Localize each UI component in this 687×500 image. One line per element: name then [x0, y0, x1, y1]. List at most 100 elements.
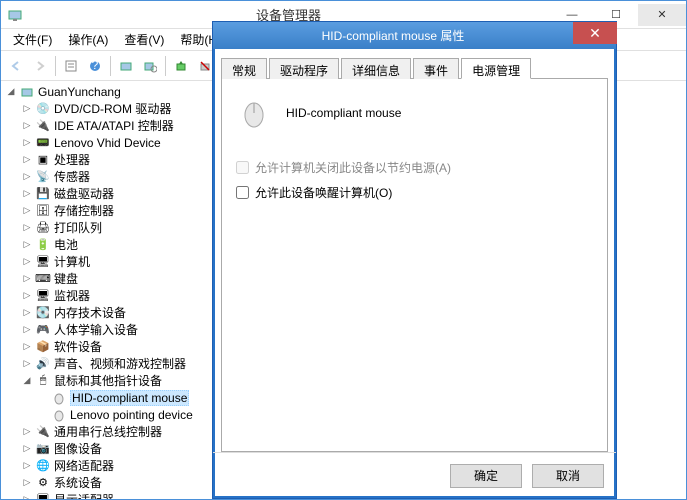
dialog-footer: 确定 取消 — [213, 452, 616, 498]
device-category-icon: 💽 — [35, 305, 51, 321]
device-category-icon: ▣ — [35, 152, 51, 168]
tab-details[interactable]: 详细信息 — [341, 58, 411, 79]
dialog-close-button[interactable]: ✕ — [573, 22, 617, 44]
tree-item-label: 存储控制器 — [54, 202, 114, 219]
expand-icon[interactable]: ▷ — [21, 426, 33, 438]
tree-item-label: 传感器 — [54, 168, 90, 185]
device-category-icon: 🖱 — [35, 373, 51, 389]
svg-text:?: ? — [92, 59, 99, 72]
expand-icon[interactable]: ▷ — [21, 120, 33, 132]
allow-wake-input[interactable] — [236, 186, 249, 199]
expand-icon[interactable]: ▷ — [21, 460, 33, 472]
expand-icon[interactable]: ▷ — [21, 477, 33, 489]
expand-icon[interactable]: ◢ — [21, 375, 33, 387]
tab-power[interactable]: 电源管理 — [461, 58, 531, 79]
ok-button[interactable]: 确定 — [450, 464, 522, 488]
tree-item-label: 磁盘驱动器 — [54, 185, 114, 202]
tree-item-label: 内存技术设备 — [54, 304, 126, 321]
device-category-icon: 🌐 — [35, 458, 51, 474]
expand-icon[interactable]: ▷ — [21, 273, 33, 285]
expand-icon[interactable]: ▷ — [21, 137, 33, 149]
expand-icon[interactable] — [37, 392, 49, 404]
allow-wake-checkbox[interactable]: 允许此设备唤醒计算机(O) — [236, 184, 593, 201]
device-category-icon: 🔊 — [35, 356, 51, 372]
dialog-body: 常规 驱动程序 详细信息 事件 电源管理 HID-compliant mouse… — [213, 49, 616, 498]
allow-power-off-checkbox: 允许计算机关闭此设备以节约电源(A) — [236, 159, 593, 176]
device-category-icon — [51, 390, 67, 406]
dialog-title: HID-compliant mouse 属性 — [213, 27, 573, 44]
device-category-icon: 🖨 — [35, 220, 51, 236]
close-button[interactable]: ✕ — [638, 4, 686, 26]
toolbar-sep — [165, 56, 166, 76]
tree-item-label: 软件设备 — [54, 338, 102, 355]
expand-icon[interactable]: ▷ — [21, 154, 33, 166]
tree-item-label: 系统设备 — [54, 474, 102, 491]
tree-item-label: 通用串行总线控制器 — [54, 423, 162, 440]
tree-item-label: 监视器 — [54, 287, 90, 304]
device-category-icon: 🎮 — [35, 322, 51, 338]
allow-wake-label: 允许此设备唤醒计算机(O) — [255, 184, 392, 201]
expand-icon[interactable]: ▷ — [21, 341, 33, 353]
device-category-icon — [19, 84, 35, 100]
tree-item-label: Lenovo pointing device — [70, 408, 193, 422]
expand-icon[interactable]: ▷ — [21, 443, 33, 455]
allow-power-off-label: 允许计算机关闭此设备以节约电源(A) — [255, 159, 451, 176]
tree-item-label: 打印队列 — [54, 219, 102, 236]
device-category-icon: 🔌 — [35, 424, 51, 440]
tree-item-label: 电池 — [54, 236, 78, 253]
scan-button[interactable] — [139, 55, 161, 77]
menu-action[interactable]: 操作(A) — [60, 29, 116, 50]
nav-back-button[interactable] — [5, 55, 27, 77]
tab-driver[interactable]: 驱动程序 — [269, 58, 339, 79]
help-button[interactable]: ? — [84, 55, 106, 77]
dialog-titlebar[interactable]: HID-compliant mouse 属性 ✕ — [213, 22, 616, 49]
expand-icon[interactable]: ▷ — [21, 171, 33, 183]
device-category-icon — [51, 407, 67, 423]
properties-dialog: HID-compliant mouse 属性 ✕ 常规 驱动程序 详细信息 事件… — [212, 21, 617, 499]
device-category-icon: 🖥 — [35, 492, 51, 500]
device-category-icon: 💾 — [35, 186, 51, 202]
power-tab-panel: HID-compliant mouse 允许计算机关闭此设备以节约电源(A) 允… — [221, 79, 608, 452]
menu-file[interactable]: 文件(F) — [5, 29, 60, 50]
tree-item-label: DVD/CD-ROM 驱动器 — [54, 100, 171, 117]
expand-icon[interactable] — [37, 409, 49, 421]
device-category-icon: 🖥 — [35, 288, 51, 304]
tree-item-label: 键盘 — [54, 270, 78, 287]
expand-icon[interactable]: ▷ — [21, 239, 33, 251]
device-category-icon: 🗄 — [35, 203, 51, 219]
nav-forward-button[interactable] — [29, 55, 51, 77]
device-category-icon: 🔋 — [35, 237, 51, 253]
expand-icon[interactable]: ▷ — [21, 358, 33, 370]
refresh-button[interactable] — [115, 55, 137, 77]
tree-item-label: IDE ATA/ATAPI 控制器 — [54, 117, 174, 134]
expand-icon[interactable]: ▷ — [21, 222, 33, 234]
expand-icon[interactable]: ▷ — [21, 494, 33, 500]
update-driver-button[interactable] — [170, 55, 192, 77]
device-category-icon: 💿 — [35, 101, 51, 117]
device-category-icon: ⌨ — [35, 271, 51, 287]
menu-view[interactable]: 查看(V) — [116, 29, 172, 50]
device-category-icon: 🖥 — [35, 254, 51, 270]
cancel-button[interactable]: 取消 — [532, 464, 604, 488]
expand-icon[interactable]: ▷ — [21, 324, 33, 336]
expand-icon[interactable]: ▷ — [21, 188, 33, 200]
device-header: HID-compliant mouse — [236, 95, 593, 131]
tree-item-label: Lenovo Vhid Device — [54, 136, 161, 150]
properties-button[interactable] — [60, 55, 82, 77]
expand-icon[interactable]: ▷ — [21, 307, 33, 319]
tree-item-label: HID-compliant mouse — [70, 390, 189, 406]
expand-icon[interactable]: ▷ — [21, 205, 33, 217]
tree-item-label: 处理器 — [54, 151, 90, 168]
device-category-icon: 📡 — [35, 169, 51, 185]
expand-icon[interactable]: ▷ — [21, 290, 33, 302]
expand-icon[interactable]: ◢ — [5, 86, 17, 98]
tree-item-label: 声音、视频和游戏控制器 — [54, 355, 186, 372]
expand-icon[interactable]: ▷ — [21, 256, 33, 268]
tab-general[interactable]: 常规 — [221, 58, 267, 79]
device-category-icon: 📷 — [35, 441, 51, 457]
toolbar-sep — [110, 56, 111, 76]
device-name-label: HID-compliant mouse — [286, 106, 401, 120]
tree-item-label: GuanYunchang — [38, 85, 121, 99]
expand-icon[interactable]: ▷ — [21, 103, 33, 115]
tab-events[interactable]: 事件 — [413, 58, 459, 79]
